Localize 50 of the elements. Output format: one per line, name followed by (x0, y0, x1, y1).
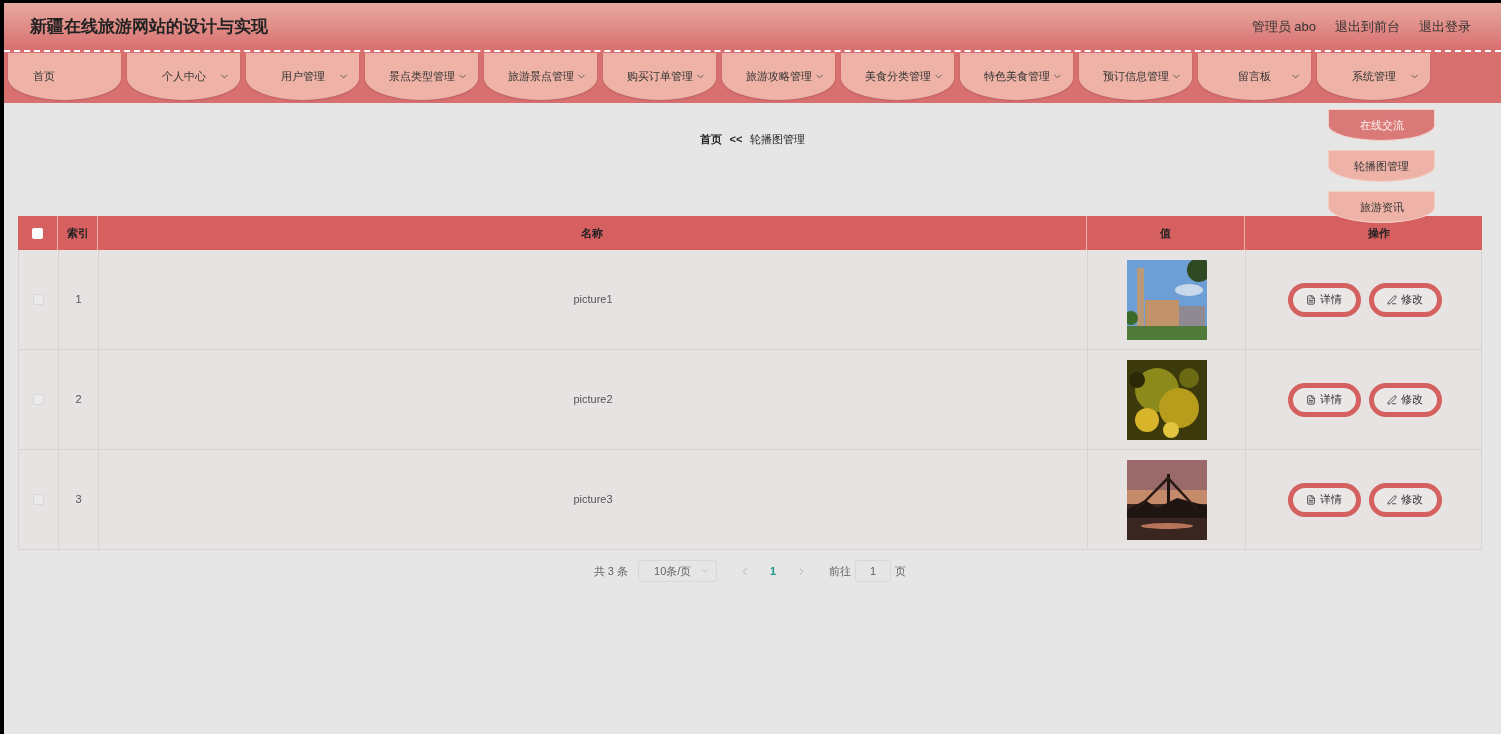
table-cell-text: 3 (75, 492, 82, 508)
dropdown-item[interactable]: 轮播图管理 (1328, 150, 1435, 182)
page-size-select[interactable]: 10条/页 (638, 560, 718, 582)
detail-button[interactable]: 详情 (1287, 482, 1361, 517)
pen-icon (1387, 494, 1397, 505)
header-link[interactable]: 退出登录 (1419, 16, 1471, 37)
table-cell-text: 2 (75, 392, 82, 408)
nav-tab[interactable]: 预订信息管理 (1079, 53, 1192, 100)
table-cell-text: 1 (75, 292, 82, 308)
table-cell-text: picture3 (573, 492, 613, 508)
edit-button[interactable]: 修改 (1368, 482, 1442, 517)
nav-tab[interactable]: 景点类型管理 (365, 53, 478, 100)
nav-tab[interactable]: 系统管理 (1317, 53, 1430, 100)
page-input[interactable]: 1 (855, 560, 892, 582)
select-all-checkbox[interactable] (32, 227, 43, 239)
dropdown-item[interactable]: 旅游资讯 (1328, 191, 1435, 223)
detail-button[interactable]: 详情 (1287, 282, 1361, 317)
document-icon (1306, 294, 1316, 305)
nav-tab[interactable]: 旅游攻略管理 (722, 53, 835, 100)
header-link[interactable]: 退出到前台 (1335, 16, 1400, 37)
chevron-down-icon (700, 566, 711, 576)
goto-label: 前往 (829, 563, 852, 579)
nav-tab[interactable]: 特色美食管理 (960, 53, 1073, 100)
edit-button[interactable]: 修改 (1368, 282, 1442, 317)
column-header: 名称 (581, 225, 603, 241)
breadcrumb-link[interactable]: 首页 (699, 131, 722, 148)
table-cell-text: picture2 (573, 392, 613, 408)
document-icon (1306, 494, 1316, 505)
pen-icon (1387, 294, 1397, 305)
edit-button[interactable]: 修改 (1368, 382, 1442, 417)
table-cell-text: picture1 (573, 292, 613, 308)
page-suffix: 页 (895, 563, 907, 579)
breadcrumb-current: 轮播图管理 (750, 132, 806, 147)
nav-tab[interactable]: 个人中心 (127, 53, 240, 100)
nav-tab[interactable]: 美食分类管理 (841, 53, 954, 100)
column-header: 值 (1160, 225, 1171, 241)
nav-tab[interactable]: 购买订单管理 (603, 53, 716, 100)
total-count: 共 3 条 (593, 563, 629, 579)
pen-icon (1387, 394, 1397, 405)
column-header: 操作 (1367, 225, 1390, 241)
column-header: 索引 (66, 225, 89, 241)
nav-tab[interactable]: 首页 (8, 53, 121, 100)
header-link[interactable]: 管理员 abo (1251, 16, 1316, 37)
breadcrumb-separator: << (729, 132, 743, 147)
detail-button[interactable]: 详情 (1287, 382, 1361, 417)
nav-tab[interactable]: 用户管理 (246, 53, 359, 100)
nav-tab[interactable]: 留言板 (1198, 53, 1311, 100)
nav-tab[interactable]: 旅游景点管理 (484, 53, 597, 100)
site-title: 新疆在线旅游网站的设计与实现 (30, 15, 268, 38)
document-icon (1306, 394, 1316, 405)
